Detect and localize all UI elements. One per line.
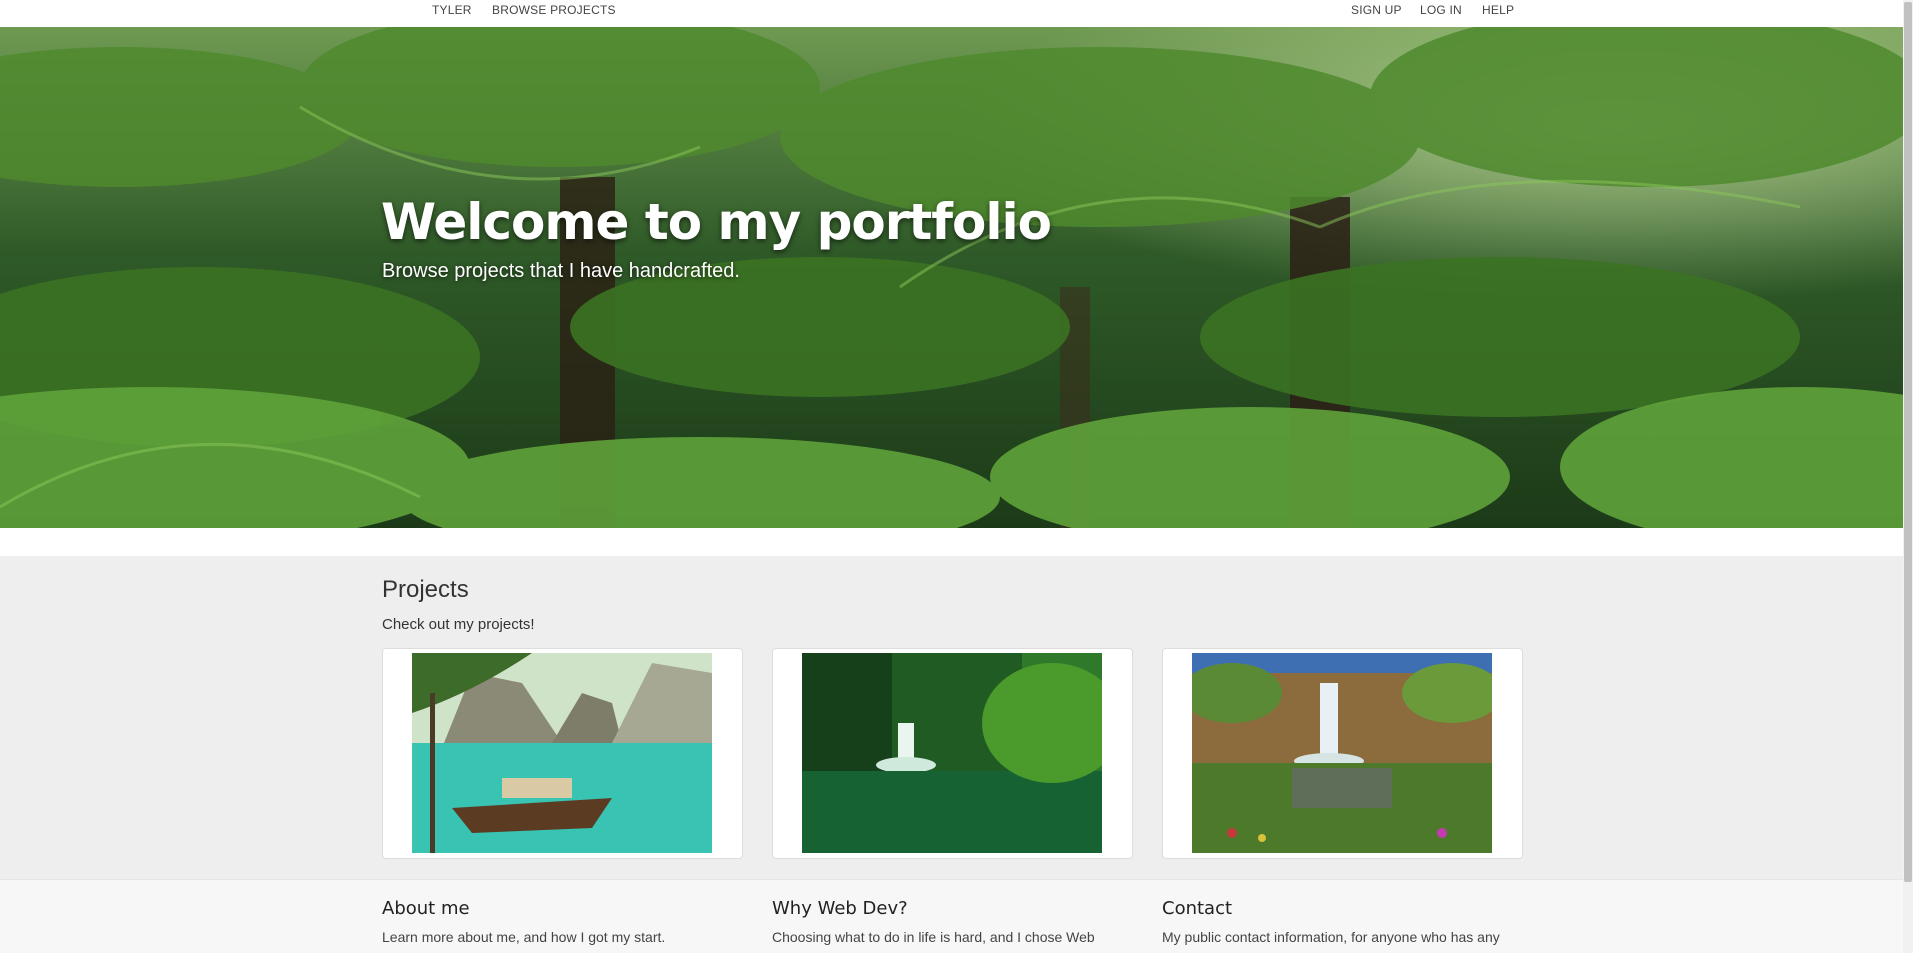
hero-title: Welcome to my portfolio bbox=[381, 193, 1052, 251]
jungle-waterfall-image bbox=[802, 653, 1102, 853]
project-card[interactable] bbox=[382, 648, 743, 859]
scrollbar-thumb[interactable] bbox=[1904, 2, 1912, 882]
footer-about-title: About me bbox=[382, 898, 470, 919]
page-scrollbar[interactable] bbox=[1903, 0, 1913, 953]
hero-banner: Welcome to my portfolio Browse projects … bbox=[0, 27, 1903, 528]
nav-login-link[interactable]: LOG IN bbox=[1420, 3, 1462, 17]
nav-signup-link[interactable]: SIGN UP bbox=[1351, 3, 1402, 17]
footer-about-text: Learn more about me, and how I got my st… bbox=[382, 929, 666, 945]
footer-why-title: Why Web Dev? bbox=[772, 898, 908, 919]
nav-browse-projects-link[interactable]: BROWSE PROJECTS bbox=[492, 3, 616, 17]
tropical-lagoon-boat-image bbox=[412, 653, 712, 853]
footer-why-section: Why Web Dev? Choosing what to do in life… bbox=[772, 898, 1142, 945]
project-card[interactable] bbox=[772, 648, 1133, 859]
footer-why-text: Choosing what to do in life is hard, and… bbox=[772, 929, 1095, 945]
hero-subtitle: Browse projects that I have handcrafted. bbox=[382, 260, 740, 282]
projects-section: Projects Check out my projects! bbox=[0, 556, 1903, 879]
navbar: TYLER BROWSE PROJECTS SIGN UP LOG IN HEL… bbox=[0, 0, 1903, 27]
footer: About me Learn more about me, and how I … bbox=[0, 879, 1903, 953]
project-card[interactable] bbox=[1162, 648, 1523, 859]
nav-help-link[interactable]: HELP bbox=[1482, 3, 1514, 17]
projects-heading: Projects bbox=[382, 576, 469, 603]
canyon-waterfall-image bbox=[1192, 653, 1492, 853]
footer-contact-title: Contact bbox=[1162, 898, 1233, 919]
footer-contact-text: My public contact information, for anyon… bbox=[1162, 929, 1500, 945]
footer-about-section: About me Learn more about me, and how I … bbox=[382, 898, 752, 945]
jungle-background-image bbox=[0, 27, 1903, 528]
footer-contact-section: Contact My public contact information, f… bbox=[1162, 898, 1532, 945]
nav-brand-link[interactable]: TYLER bbox=[432, 3, 472, 17]
projects-subheading: Check out my projects! bbox=[382, 616, 535, 633]
